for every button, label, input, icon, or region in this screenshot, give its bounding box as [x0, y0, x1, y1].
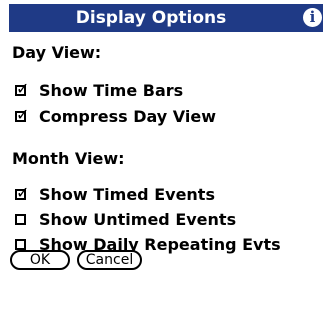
display-options-dialog: Display Options i Day View: ✓ Show Time … [9, 0, 323, 309]
option-label: Show Time Bars [39, 81, 184, 100]
checkbox[interactable]: ✓ [15, 107, 29, 123]
checkmark-icon: ✓ [16, 79, 30, 98]
month-view-heading: Month View: [12, 149, 125, 168]
checkbox[interactable] [15, 239, 26, 250]
option-label: Compress Day View [39, 107, 217, 126]
ok-button[interactable]: OK [10, 250, 70, 270]
option-label: Show Untimed Events [39, 210, 237, 229]
checkbox[interactable]: ✓ [15, 185, 29, 201]
checkmark-icon: ✓ [16, 183, 30, 202]
checkbox[interactable]: ✓ [15, 81, 29, 97]
day-view-heading: Day View: [12, 43, 102, 62]
title-bar: Display Options i [9, 4, 323, 32]
checkmark-icon: ✓ [16, 105, 30, 124]
cancel-button[interactable]: Cancel [77, 250, 142, 270]
info-icon[interactable]: i [303, 8, 322, 27]
checkbox[interactable] [15, 214, 26, 225]
option-label: Show Timed Events [39, 185, 215, 204]
dialog-title: Display Options [75, 8, 227, 28]
option-label: Show Daily Repeating Evts [39, 235, 281, 254]
